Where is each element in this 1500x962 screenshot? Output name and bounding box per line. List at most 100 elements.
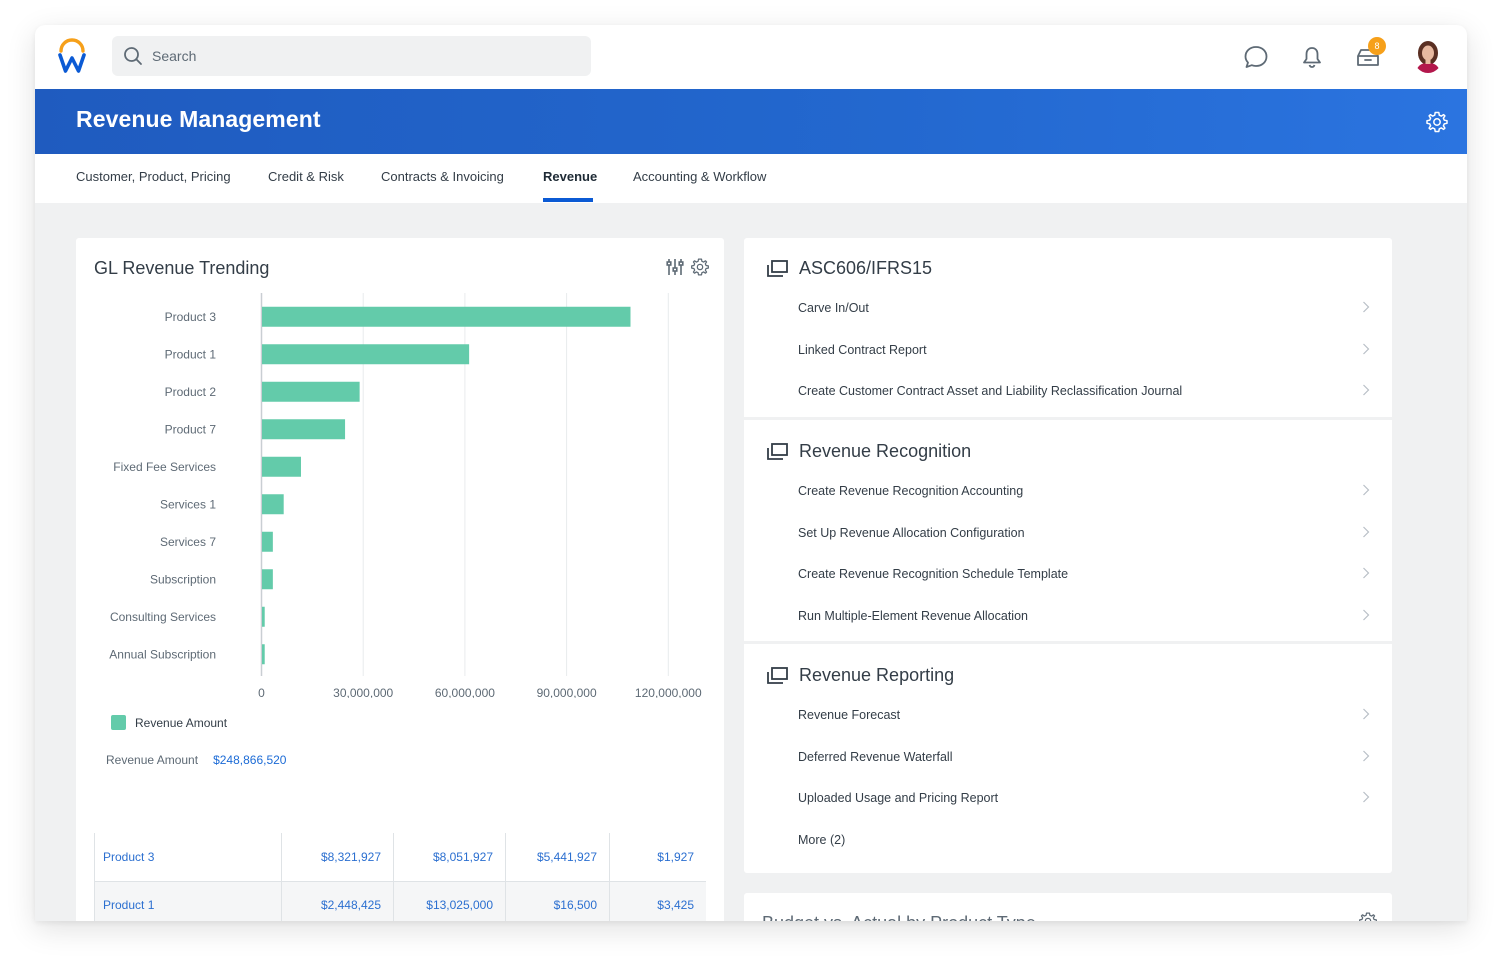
tab-revenue[interactable]: Revenue <box>543 169 597 184</box>
y-category-label: Product 7 <box>165 422 217 436</box>
link-revenue-forecast[interactable]: Revenue Forecast <box>798 700 1370 730</box>
page-title: Revenue Management <box>76 106 321 132</box>
chart-settings-gear-icon[interactable] <box>690 257 710 277</box>
y-category-label: Product 3 <box>165 310 217 324</box>
link-create-revenue-recognition-accounting[interactable]: Create Revenue Recognition Accounting <box>798 476 1370 506</box>
table-cell[interactable]: $8,051,927 <box>393 833 506 882</box>
tab-credit-risk[interactable]: Credit & Risk <box>268 169 344 184</box>
y-category-label: Consulting Services <box>110 610 216 624</box>
x-tick-label: 30,000,000 <box>333 686 393 698</box>
card-title: Budget vs. Actual by Product Type <box>762 913 1036 921</box>
tab-accounting-workflow[interactable]: Accounting & Workflow <box>633 169 766 184</box>
more-link[interactable]: More (2) <box>798 825 1370 855</box>
filter-sliders-icon[interactable] <box>665 257 685 277</box>
y-category-label: Subscription <box>150 572 216 586</box>
search-input[interactable] <box>152 48 572 64</box>
link-deferred-revenue-waterfall[interactable]: Deferred Revenue Waterfall <box>798 742 1370 772</box>
y-category-label: Product 1 <box>165 347 217 361</box>
workday-logo[interactable] <box>57 38 87 74</box>
summary-label: Revenue Amount <box>106 753 199 767</box>
section-divider <box>744 417 1392 420</box>
app-window: 8 Revenue Management Customer, Product, … <box>35 25 1467 921</box>
revenue-table: Product 3 $8,321,927 $8,051,927 $5,441,9… <box>94 833 706 921</box>
table-row: Product 3 $8,321,927 $8,051,927 $5,441,9… <box>94 833 706 882</box>
bar[interactable] <box>262 531 273 552</box>
link-multiple-element-allocation[interactable]: Run Multiple-Element Revenue Allocation <box>798 601 1370 631</box>
section-asc606: ASC606/IFRS15 Carve In/Out Linked Contra… <box>744 238 1392 418</box>
link-revenue-allocation-configuration[interactable]: Set Up Revenue Allocation Configuration <box>798 518 1370 548</box>
chart-legend[interactable]: Revenue Amount <box>111 715 227 730</box>
link-carve-in-out[interactable]: Carve In/Out <box>798 293 1370 323</box>
table-cell[interactable]: $5,441,927 <box>505 833 610 882</box>
section-divider <box>744 641 1392 644</box>
card-settings-gear-icon[interactable] <box>1358 911 1378 921</box>
tab-contracts-invoicing[interactable]: Contracts & Invoicing <box>381 169 504 184</box>
user-avatar[interactable] <box>1413 39 1443 73</box>
bar[interactable] <box>262 344 470 365</box>
revenue-links-card: ASC606/IFRS15 Carve In/Out Linked Contra… <box>744 238 1392 873</box>
table-cell[interactable]: $8,321,927 <box>281 833 394 882</box>
y-category-label: Services 1 <box>160 497 216 511</box>
table-cell-name[interactable]: Product 3 <box>94 833 282 882</box>
chevron-right-icon <box>1363 526 1370 538</box>
gl-revenue-trending-card: GL Revenue Trending 0 30,000,000 60,000,00… <box>76 238 724 921</box>
chevron-right-icon <box>1363 567 1370 579</box>
bar[interactable] <box>262 494 284 515</box>
table-cell[interactable]: $3,425 <box>609 881 706 921</box>
inbox-count-badge: 8 <box>1368 37 1386 55</box>
table-cell-name[interactable]: Product 1 <box>94 881 282 921</box>
bar[interactable] <box>262 306 631 327</box>
link-label: Linked Contract Report <box>798 343 927 357</box>
bar[interactable] <box>262 569 273 590</box>
tab-customer-product-pricing[interactable]: Customer, Product, Pricing <box>76 169 231 184</box>
notifications-bell-icon[interactable] <box>1299 44 1325 70</box>
table-cell[interactable]: $2,448,425 <box>281 881 394 921</box>
chevron-right-icon <box>1363 708 1370 720</box>
chat-icon[interactable] <box>1243 44 1269 70</box>
link-usage-pricing-report[interactable]: Uploaded Usage and Pricing Report <box>798 783 1370 813</box>
link-label: Deferred Revenue Waterfall <box>798 750 953 764</box>
chart-title: GL Revenue Trending <box>94 258 270 278</box>
chevron-right-icon <box>1363 343 1370 355</box>
chevron-right-icon <box>1363 609 1370 621</box>
link-label: More (2) <box>798 833 846 847</box>
legend-swatch <box>111 715 126 730</box>
section-revenue-recognition: Revenue Recognition Create Revenue Recog… <box>744 421 1392 641</box>
settings-gear-icon[interactable] <box>1425 110 1449 134</box>
x-tick-label: 120,000,000 <box>635 686 702 698</box>
section-title: ASC606/IFRS15 <box>799 258 933 278</box>
link-label: Set Up Revenue Allocation Configuration <box>798 526 1025 540</box>
table-cell[interactable]: $1,927 <box>609 833 706 882</box>
chevron-right-icon <box>1363 301 1370 313</box>
chevron-right-icon <box>1363 750 1370 762</box>
chevron-right-icon <box>1363 791 1370 803</box>
search-bar[interactable] <box>112 36 591 76</box>
link-label: Create Revenue Recognition Schedule Temp… <box>798 567 1069 581</box>
active-tab-indicator <box>543 198 593 202</box>
table-cell[interactable]: $13,025,000 <box>393 881 506 921</box>
link-schedule-template[interactable]: Create Revenue Recognition Schedule Temp… <box>798 559 1370 589</box>
bar[interactable] <box>262 644 265 665</box>
x-tick-label: 90,000,000 <box>537 686 597 698</box>
stacked-pages-icon <box>767 259 788 277</box>
link-linked-contract-report[interactable]: Linked Contract Report <box>798 335 1370 365</box>
legend-label: Revenue Amount <box>135 715 228 730</box>
bar[interactable] <box>262 419 346 440</box>
summary-value[interactable]: $248,866,520 <box>213 753 286 767</box>
table-cell[interactable]: $16,500 <box>505 881 610 921</box>
link-label: Create Customer Contract Asset and Liabi… <box>798 384 1183 398</box>
tab-bar: Customer, Product, Pricing Credit & Risk… <box>35 154 1467 203</box>
bar[interactable] <box>262 381 360 402</box>
bar[interactable] <box>262 606 265 627</box>
section-revenue-reporting: Revenue Reporting Revenue Forecast Defer… <box>744 645 1392 873</box>
budget-vs-actual-card: Budget vs. Actual by Product Type <box>744 893 1392 921</box>
bar[interactable] <box>262 456 301 477</box>
link-label: Uploaded Usage and Pricing Report <box>798 791 999 805</box>
chevron-right-icon <box>1363 484 1370 496</box>
link-reclassification-journal[interactable]: Create Customer Contract Asset and Liabi… <box>798 376 1370 406</box>
link-label: Revenue Forecast <box>798 708 901 722</box>
page-header: Revenue Management <box>35 89 1467 154</box>
link-label: Create Revenue Recognition Accounting <box>798 484 1024 498</box>
revenue-bar-chart: 0 30,000,000 60,000,000 90,000,000 120,000,0… <box>109 293 702 698</box>
stacked-pages-icon <box>767 666 788 684</box>
